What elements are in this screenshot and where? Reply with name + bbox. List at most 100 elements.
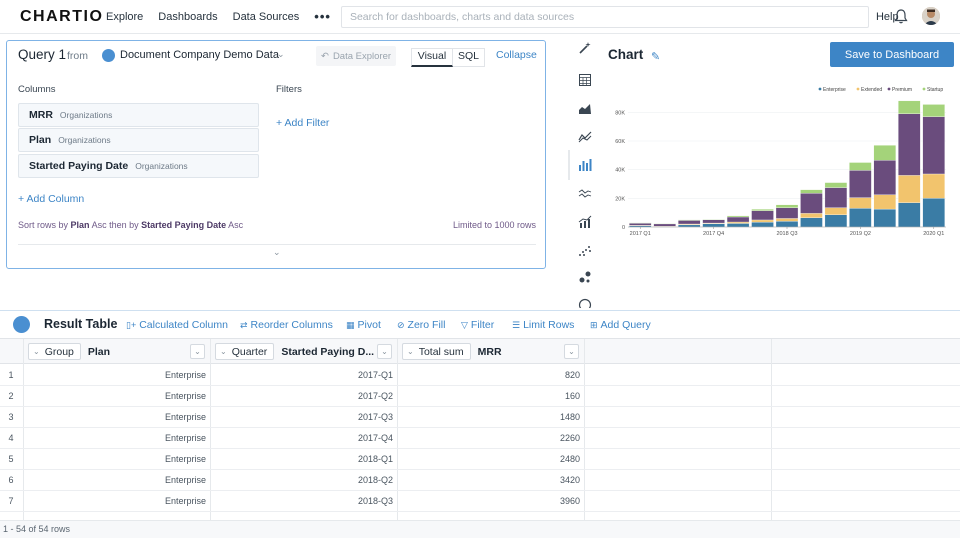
column-header-plan: ⌄ Group Plan — [28, 343, 206, 360]
data-source-select[interactable]: Document Company Demo Data — [120, 49, 279, 61]
bar-segment — [800, 189, 823, 194]
chartio-logo[interactable]: CHARTIO — [20, 8, 106, 26]
scatter-chart-icon[interactable] — [578, 243, 592, 257]
chart-title[interactable]: Chart — [608, 47, 643, 62]
bar-segment — [873, 208, 897, 228]
user-avatar[interactable] — [922, 7, 940, 25]
tool-label: Zero Fill — [407, 319, 446, 331]
table-cell: 2018-Q2 — [357, 475, 393, 485]
query-title[interactable]: Query 1 — [18, 47, 66, 62]
chevron-down-icon: ⌄ — [33, 347, 40, 356]
bar-chart-icon[interactable] — [578, 158, 592, 172]
row-number: 1 — [8, 370, 14, 380]
table-row[interactable]: 4 Enterprise 2017-Q4 2260 — [0, 428, 960, 449]
add-query-button[interactable]: ⊞ Add Query — [590, 319, 651, 331]
area-chart-icon[interactable] — [578, 101, 592, 115]
table-row[interactable]: 2 Enterprise 2017-Q2 160 — [0, 386, 960, 407]
chevron-down-icon: ⌄ — [220, 347, 227, 356]
bar-line-chart-icon[interactable] — [578, 215, 592, 229]
calculated-column-button[interactable]: ▯+ Calculated Column — [126, 319, 228, 331]
aggregation-select[interactable]: ⌄ Quarter — [215, 343, 275, 360]
gauge-chart-icon[interactable] — [578, 298, 592, 308]
bar-segment — [751, 221, 774, 228]
search-input[interactable] — [340, 5, 869, 28]
bar-segment — [922, 104, 945, 117]
table-cell: Enterprise — [164, 433, 206, 443]
tab-visual[interactable]: Visual — [411, 48, 453, 67]
aggregation-select[interactable]: ⌄ Total sum — [402, 343, 471, 360]
back-arrow-icon: ↶ — [320, 50, 329, 62]
bar-segment — [775, 207, 799, 219]
sort-dir-2: Asc — [228, 220, 244, 230]
row-limit-link[interactable]: Limited to 1000 rows — [453, 220, 536, 230]
bar-segment — [873, 160, 897, 195]
query-from-label: from — [67, 50, 88, 62]
limit-rows-button[interactable]: ☰ Limit Rows — [512, 319, 574, 331]
bubble-chart-icon[interactable] — [578, 270, 592, 284]
column-item[interactable]: Started Paying Date Organizations — [18, 154, 259, 178]
sort-description[interactable]: Sort rows by Plan Asc then by Started Pa… — [18, 220, 243, 230]
aggregation-label: Total sum — [418, 345, 464, 358]
bar-segment — [775, 204, 799, 208]
nav-explore[interactable]: Explore — [106, 11, 143, 23]
zero-fill-icon: ⊘ — [397, 320, 405, 330]
table-cell: 820 — [564, 370, 580, 380]
collapse-button[interactable]: Collapse — [496, 49, 537, 61]
nav-dashboards[interactable]: Dashboards — [158, 11, 217, 23]
bar-segment — [824, 207, 848, 215]
column-header-name[interactable]: MRR — [478, 346, 502, 358]
legend-swatch — [856, 87, 860, 91]
column-header-name[interactable]: Started Paying D... — [281, 346, 374, 358]
column-menu-chevron-icon[interactable]: ⌄ — [564, 344, 579, 359]
table-row[interactable]: 1 Enterprise 2017-Q1 820 — [0, 365, 960, 386]
sparkline-chart-icon[interactable] — [578, 187, 592, 201]
table-row[interactable]: 5 Enterprise 2018-Q1 2480 — [0, 449, 960, 470]
x-tick-label: 2020 Q1 — [923, 231, 944, 237]
table-row[interactable]: 7 Enterprise 2018-Q3 3960 — [0, 491, 960, 512]
column-item[interactable]: MRR Organizations — [18, 103, 259, 127]
pivot-button[interactable]: ▦ Pivot — [346, 319, 381, 331]
bell-icon[interactable] — [893, 8, 909, 25]
y-tick-label: 60K — [615, 139, 625, 145]
bar-segment — [800, 193, 823, 214]
table-chart-icon[interactable] — [578, 73, 592, 87]
zero-fill-button[interactable]: ⊘ Zero Fill — [397, 319, 445, 331]
add-filter-button[interactable]: + Add Filter — [276, 117, 329, 129]
legend-label: Premium — [892, 87, 912, 93]
expand-chevron-icon[interactable]: ⌄ — [273, 247, 281, 258]
column-header-name[interactable]: Plan — [88, 346, 110, 358]
table-cell: Enterprise — [164, 475, 206, 485]
stacked-bar-chart: 0 20K 40K 60K 80K 2017 Q1 2017 Q4 2018 Q3 2019 Q… — [615, 87, 946, 237]
edit-pencil-icon[interactable]: ✎ — [651, 50, 660, 63]
bar-segment — [849, 197, 872, 209]
y-tick-label: 0 — [622, 225, 625, 231]
table-row[interactable]: 3 Enterprise 2017-Q3 1480 — [0, 407, 960, 428]
column-header-mrr: ⌄ Total sum MRR — [402, 343, 580, 360]
magic-wand-icon[interactable] — [578, 41, 592, 55]
save-to-dashboard-button[interactable]: Save to Dashboard — [830, 42, 954, 67]
tab-sql[interactable]: SQL — [453, 48, 485, 67]
more-menu-icon[interactable]: ••• — [314, 9, 331, 24]
table-cell: Enterprise — [164, 370, 206, 380]
line-chart-icon[interactable] — [578, 129, 592, 143]
data-explorer-button[interactable]: ↶ Data Explorer — [316, 46, 396, 66]
table-cell: Enterprise — [164, 496, 206, 506]
add-column-button[interactable]: + Add Column — [18, 193, 84, 205]
chevron-down-icon[interactable]: ⌄ — [277, 49, 285, 60]
table-row[interactable]: 6 Enterprise 2018-Q2 3420 — [0, 470, 960, 491]
aggregation-label: Group — [44, 345, 74, 358]
column-menu-chevron-icon[interactable]: ⌄ — [190, 344, 205, 359]
column-menu-chevron-icon[interactable]: ⌄ — [377, 344, 392, 359]
aggregation-select[interactable]: ⌄ Group — [28, 343, 81, 360]
nav-data-sources[interactable]: Data Sources — [233, 11, 300, 23]
bar-segment — [922, 173, 945, 199]
column-item[interactable]: Plan Organizations — [18, 128, 259, 152]
query-panel: Query 1 from Document Company Demo Data … — [6, 40, 546, 269]
bar-segment — [922, 116, 945, 175]
filter-button[interactable]: ▽ Filter — [461, 319, 494, 331]
row-number: 6 — [8, 475, 14, 485]
reorder-columns-button[interactable]: ⇄ Reorder Columns — [240, 319, 333, 331]
legend-label: Enterprise — [823, 87, 846, 93]
filter-icon: ▽ — [461, 320, 468, 330]
bar-segment — [824, 214, 848, 228]
